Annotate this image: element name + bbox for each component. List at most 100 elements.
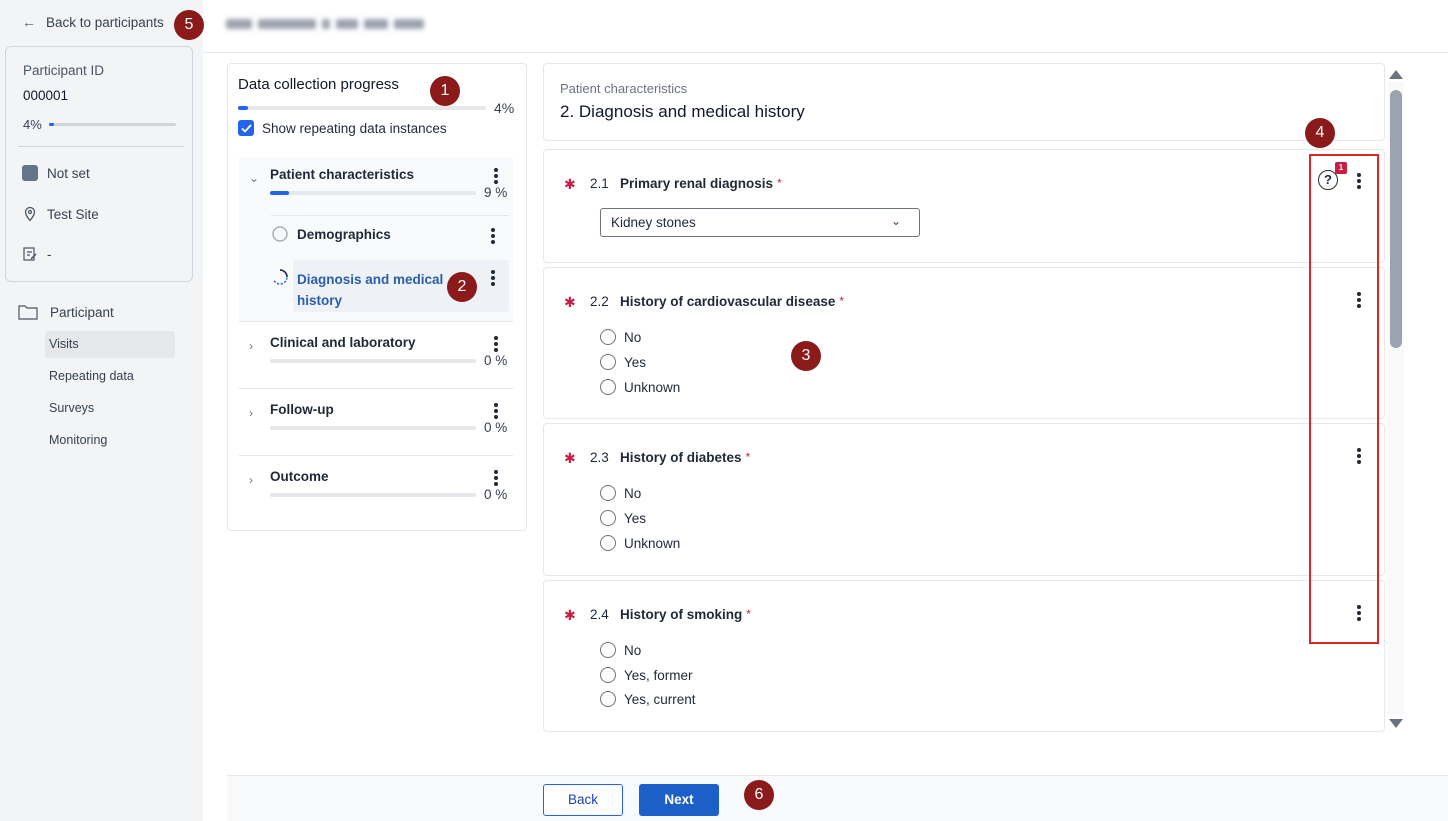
question-label: History of diabetes * bbox=[620, 450, 750, 465]
annotation-marker-2: 2 bbox=[447, 272, 477, 302]
question-card: ✱ 2.2 History of cardiovascular disease *… bbox=[543, 267, 1385, 419]
blurred-study-title bbox=[226, 14, 446, 34]
arrow-left-icon: ← bbox=[22, 14, 36, 30]
form-title: 2. Diagnosis and medical history bbox=[560, 102, 805, 121]
option-label: Yes, former bbox=[624, 667, 693, 683]
back-button[interactable]: Back bbox=[543, 784, 623, 816]
form-breadcrumb: Patient characteristics bbox=[560, 81, 688, 96]
status-square-icon bbox=[22, 165, 38, 181]
question-label-text: History of cardiovascular disease bbox=[620, 294, 836, 309]
section-name: Outcome bbox=[270, 469, 329, 484]
nav-item-visits[interactable]: Visits bbox=[45, 331, 175, 358]
section-progress-bar bbox=[270, 426, 476, 430]
chevron-right-icon[interactable]: › bbox=[249, 473, 253, 487]
scrollbar-thumb[interactable] bbox=[1390, 90, 1402, 348]
nav-item-repeating-data[interactable]: Repeating data bbox=[45, 363, 175, 390]
subsection-name-line2: history bbox=[297, 293, 343, 308]
chevron-right-icon[interactable]: › bbox=[249, 339, 253, 353]
chevron-down-icon[interactable]: ⌄ bbox=[249, 171, 259, 185]
section-follow-up[interactable]: › Follow-up 0 % bbox=[239, 402, 513, 442]
subsection-name-line1: Diagnosis and medical bbox=[297, 272, 444, 287]
radio-option[interactable]: Yes bbox=[600, 510, 646, 526]
radio-icon[interactable] bbox=[600, 510, 616, 526]
chevron-down-icon: ⌄ bbox=[890, 214, 901, 228]
radio-option[interactable]: No bbox=[600, 642, 641, 658]
required-star: * bbox=[746, 607, 751, 621]
section-menu-kebab-icon[interactable] bbox=[489, 167, 503, 185]
overall-progress-pct: 4% bbox=[494, 100, 515, 116]
section-pct: 0 % bbox=[484, 353, 508, 368]
radio-option[interactable]: Unknown bbox=[600, 379, 680, 395]
header-divider bbox=[203, 52, 1448, 53]
radio-option[interactable]: Yes, former bbox=[600, 667, 693, 683]
question-label: History of smoking * bbox=[620, 607, 751, 622]
subsection-menu-kebab-icon[interactable] bbox=[486, 227, 500, 245]
radio-icon[interactable] bbox=[600, 485, 616, 501]
radio-icon[interactable] bbox=[600, 379, 616, 395]
question-number: 2.3 bbox=[590, 450, 609, 465]
primary-renal-diagnosis-select[interactable]: Kidney stones ⌄ bbox=[600, 208, 920, 237]
subsection-menu-kebab-icon[interactable] bbox=[486, 269, 500, 287]
section-menu-kebab-icon[interactable] bbox=[489, 335, 503, 353]
show-repeating-toggle[interactable]: Show repeating data instances bbox=[238, 120, 447, 136]
sidebar: ← Back to participants Participant ID 00… bbox=[0, 0, 203, 821]
radio-icon[interactable] bbox=[600, 535, 616, 551]
radio-option[interactable]: Unknown bbox=[600, 535, 680, 551]
checkbox-checked-icon[interactable] bbox=[238, 120, 254, 136]
required-star: * bbox=[777, 176, 782, 190]
section-name: Clinical and laboratory bbox=[270, 335, 416, 350]
required-asterisk-icon: ✱ bbox=[564, 607, 576, 623]
participant-card: Participant ID 000001 4% Not set Test Si… bbox=[5, 46, 193, 282]
required-asterisk-icon: ✱ bbox=[564, 176, 576, 192]
subsection-diagnosis-medical-history[interactable]: Diagnosis and medical history bbox=[297, 269, 443, 311]
scroll-down-arrow-icon[interactable] bbox=[1389, 719, 1403, 728]
radio-icon[interactable] bbox=[600, 354, 616, 370]
section-menu-kebab-icon[interactable] bbox=[489, 469, 503, 487]
section-patient-characteristics[interactable]: ⌄ Patient characteristics 9 % bbox=[239, 167, 513, 207]
question-label-text: History of diabetes bbox=[620, 450, 742, 465]
section-outcome[interactable]: › Outcome 0 % bbox=[239, 469, 513, 509]
participant-progress-bar bbox=[49, 123, 176, 126]
question-label-text: Primary renal diagnosis bbox=[620, 176, 774, 191]
overall-progress-fill bbox=[238, 106, 248, 110]
section-progress-bar bbox=[270, 359, 476, 363]
form-header: Patient characteristics 2. Diagnosis and… bbox=[543, 63, 1385, 141]
back-to-participants-link[interactable]: ← Back to participants bbox=[22, 14, 164, 30]
radio-option[interactable]: Yes, current bbox=[600, 691, 696, 707]
radio-option[interactable]: Yes bbox=[600, 354, 646, 370]
question-label-text: History of smoking bbox=[620, 607, 743, 622]
question-card: ✱ 2.1 Primary renal diagnosis * Kidney st… bbox=[543, 149, 1385, 263]
section-clinical-and-laboratory[interactable]: › Clinical and laboratory 0 % bbox=[239, 335, 513, 375]
participant-id-value: 000001 bbox=[23, 88, 69, 103]
subsection-demographics[interactable]: Demographics bbox=[297, 227, 391, 242]
highlight-box bbox=[1309, 154, 1379, 644]
section-pct: 0 % bbox=[484, 420, 508, 435]
site-label: Test Site bbox=[47, 206, 99, 222]
required-asterisk-icon: ✱ bbox=[564, 294, 576, 310]
section-progress-bar bbox=[270, 191, 476, 195]
status-row: Not set bbox=[22, 165, 90, 181]
option-label: Unknown bbox=[624, 379, 681, 395]
nav-item-surveys[interactable]: Surveys bbox=[45, 395, 175, 422]
next-button[interactable]: Next bbox=[639, 784, 719, 816]
divider bbox=[271, 215, 509, 216]
form-footer bbox=[227, 775, 1448, 821]
radio-option[interactable]: No bbox=[600, 485, 641, 501]
scroll-up-arrow-icon[interactable] bbox=[1389, 70, 1403, 79]
option-label: No bbox=[624, 329, 642, 345]
question-label: History of cardiovascular disease * bbox=[620, 294, 844, 309]
participant-nav-root[interactable]: Participant bbox=[18, 304, 114, 320]
chevron-right-icon[interactable]: › bbox=[249, 406, 253, 420]
question-label: Primary renal diagnosis * bbox=[620, 176, 782, 191]
radio-option[interactable]: No bbox=[600, 329, 641, 345]
radio-icon[interactable] bbox=[600, 642, 616, 658]
section-menu-kebab-icon[interactable] bbox=[489, 402, 503, 420]
divider bbox=[239, 388, 513, 389]
radio-icon[interactable] bbox=[600, 667, 616, 683]
radio-icon[interactable] bbox=[600, 329, 616, 345]
nav-item-monitoring[interactable]: Monitoring bbox=[45, 427, 175, 454]
participant-progress-fill bbox=[49, 123, 55, 126]
location-pin-icon bbox=[24, 206, 36, 222]
radio-icon[interactable] bbox=[600, 691, 616, 707]
question-number: 2.4 bbox=[590, 607, 609, 622]
